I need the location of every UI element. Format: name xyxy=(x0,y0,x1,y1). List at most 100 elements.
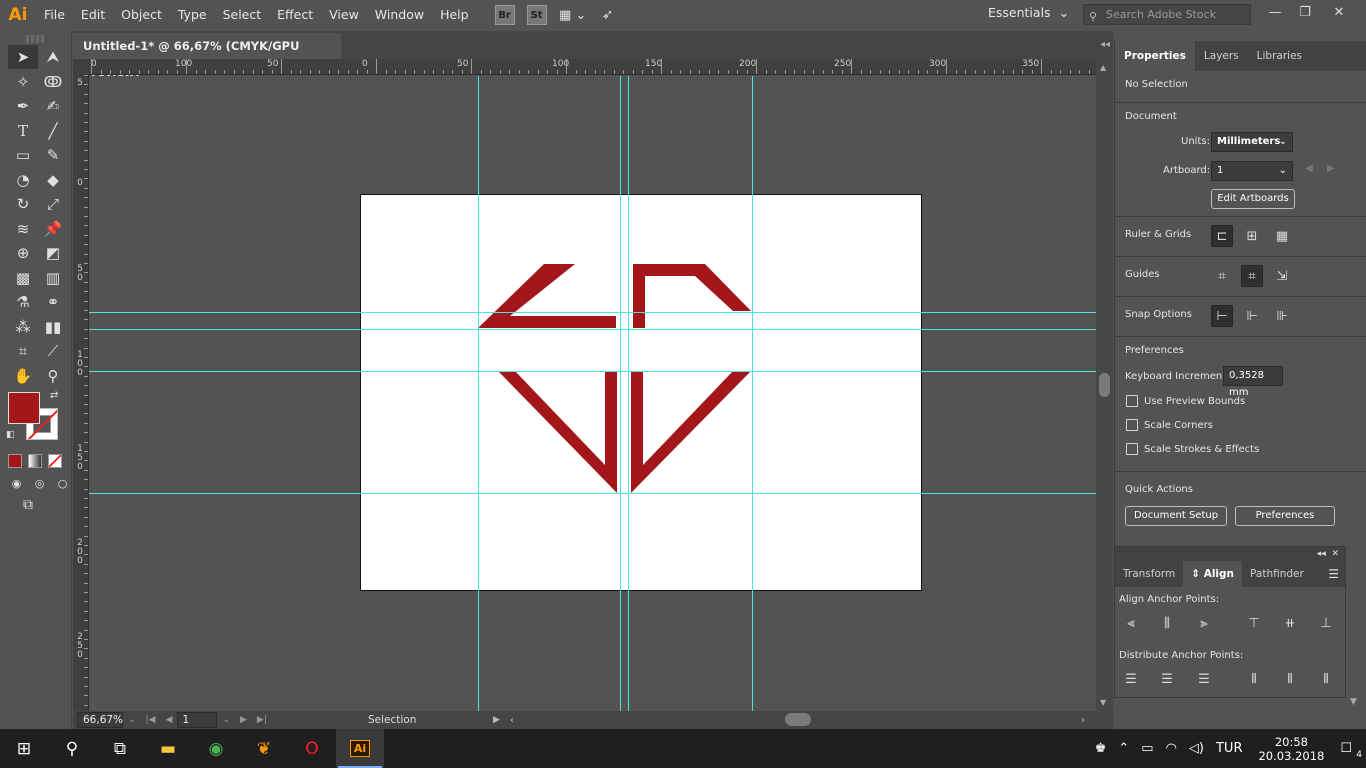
guide-horizontal[interactable] xyxy=(89,371,1096,372)
keyboard-increment-field[interactable]: 0,3528 mm xyxy=(1223,366,1283,398)
align-bottom-icon[interactable]: ⊥ xyxy=(1315,613,1337,633)
guide-horizontal[interactable] xyxy=(89,329,1096,330)
none-mode-icon[interactable] xyxy=(48,454,62,468)
snap-to-grid-icon[interactable]: ⊩ xyxy=(1241,305,1263,327)
document-setup-button[interactable]: Document Setup xyxy=(1125,506,1227,526)
swap-fill-stroke-icon[interactable]: ⇄ xyxy=(50,390,58,401)
tab-pathfinder[interactable]: Pathfinder xyxy=(1242,561,1312,587)
align-panel-header[interactable]: ◂◂ ✕ xyxy=(1115,547,1345,561)
minimize-button[interactable]: — xyxy=(1260,0,1290,24)
menu-view[interactable]: View xyxy=(321,0,367,30)
volume-icon[interactable]: ◁) xyxy=(1183,741,1210,756)
guide-vertical[interactable] xyxy=(620,76,621,711)
wifi-icon[interactable]: ◠ xyxy=(1160,741,1183,756)
artboard-select[interactable]: 1 ⌄ xyxy=(1211,161,1293,181)
horizontal-ruler[interactable]: 0 100 50 0 50 100 150 200 250 300 350 xyxy=(89,59,1096,75)
opera-icon[interactable]: O xyxy=(288,729,336,768)
tab-align[interactable]: ⇕ Align xyxy=(1183,561,1243,587)
magic-wand-tool-icon[interactable]: ✧ xyxy=(8,70,38,94)
arrange-documents-icon[interactable]: ▦ ⌄ xyxy=(553,3,593,27)
zoom-dropdown-icon[interactable]: ⌄ xyxy=(123,715,141,725)
clock[interactable]: 20:58 20.03.2018 xyxy=(1248,735,1334,763)
close-button[interactable]: ✕ xyxy=(1324,0,1354,24)
ruler-origin[interactable] xyxy=(73,59,89,75)
align-vertical-center-icon[interactable]: ⧺ xyxy=(1279,613,1301,633)
collapse-panels-icon[interactable]: ◂◂ xyxy=(1096,31,1114,59)
last-artboard-icon[interactable]: ▶| xyxy=(252,715,272,725)
zoom-level-field[interactable]: 66,67% xyxy=(77,712,123,728)
guide-horizontal[interactable] xyxy=(89,312,1096,313)
symbol-sprayer-tool-icon[interactable]: ⁂ xyxy=(8,315,38,339)
logo-artwork[interactable] xyxy=(89,76,1096,711)
show-hidden-icons-icon[interactable]: ⌃ xyxy=(1112,741,1135,756)
vertical-scroll-thumb[interactable] xyxy=(1099,373,1110,397)
distribute-top-icon[interactable]: ☰ xyxy=(1120,669,1142,689)
horizontal-scroll-thumb[interactable] xyxy=(785,713,811,726)
restore-button[interactable]: ❐ xyxy=(1290,0,1320,24)
menu-file[interactable]: File xyxy=(36,0,73,30)
canvas[interactable] xyxy=(89,76,1096,711)
lock-guides-icon[interactable]: ⌗ xyxy=(1241,265,1263,287)
default-fill-stroke-icon[interactable]: ◧ xyxy=(6,430,15,440)
input-language[interactable]: TUR xyxy=(1210,741,1249,756)
grid-icon[interactable]: ⊞ xyxy=(1241,225,1263,247)
distribute-vertical-center-icon[interactable]: ☰ xyxy=(1156,669,1178,689)
distribute-horizontal-center-icon[interactable]: ⦀ xyxy=(1279,669,1301,689)
document-tab[interactable]: Untitled-1* @ 66,67% (CMYK/GPU Preview) … xyxy=(73,33,341,79)
blend-tool-icon[interactable]: ⚭ xyxy=(38,290,68,314)
draw-normal-icon[interactable]: ◉ xyxy=(8,471,25,495)
scroll-left-icon[interactable]: ‹ xyxy=(510,715,514,726)
gradient-tool-icon[interactable]: ▥ xyxy=(38,266,68,290)
ruler-icon[interactable]: ⊏ xyxy=(1211,225,1233,247)
transparency-grid-icon[interactable]: ▦ xyxy=(1271,225,1293,247)
status-text[interactable]: Selection xyxy=(368,714,416,726)
guide-vertical[interactable] xyxy=(752,76,753,711)
fill-swatch[interactable] xyxy=(8,392,40,424)
scale-corners-checkbox[interactable]: Scale Corners xyxy=(1126,419,1213,431)
logo-right-top-shape[interactable] xyxy=(633,264,751,328)
eyedropper-tool-icon[interactable]: ⚗ xyxy=(8,290,38,314)
logo-left-bottom-shape[interactable] xyxy=(498,371,617,493)
menu-help[interactable]: Help xyxy=(432,0,477,30)
search-icon[interactable]: ⚲ xyxy=(48,729,96,768)
next-artboard-arrow-icon[interactable]: ▶ xyxy=(1327,163,1335,174)
menu-window[interactable]: Window xyxy=(367,0,432,30)
line-segment-tool-icon[interactable]: ╱ xyxy=(38,119,68,143)
scroll-right-icon[interactable]: › xyxy=(1081,715,1085,726)
show-guides-icon[interactable]: ⌗ xyxy=(1211,265,1233,287)
snap-to-pixel-icon[interactable]: ⊪ xyxy=(1271,305,1293,327)
curvature-tool-icon[interactable]: ✍ xyxy=(38,94,68,118)
mesh-tool-icon[interactable]: ▩ xyxy=(8,266,38,290)
panel-scrollbar[interactable]: ▼ xyxy=(1346,546,1366,711)
draw-behind-icon[interactable]: ◎ xyxy=(31,471,48,495)
guide-vertical[interactable] xyxy=(478,76,479,711)
distribute-right-icon[interactable]: ⦀ xyxy=(1315,669,1337,689)
align-horizontal-center-icon[interactable]: ⫼ xyxy=(1156,613,1178,633)
artboard-dropdown-icon[interactable]: ⌄ xyxy=(217,715,235,725)
lasso-tool-icon[interactable]: ↂ xyxy=(38,70,68,94)
column-graph-tool-icon[interactable]: ▮▮ xyxy=(38,315,68,339)
people-icon[interactable]: ♚ xyxy=(1089,741,1113,756)
shaper-tool-icon[interactable]: ◔ xyxy=(8,168,38,192)
status-menu-icon[interactable]: ▶ xyxy=(493,715,500,725)
type-tool-icon[interactable]: T xyxy=(8,119,38,143)
guide-vertical[interactable] xyxy=(628,76,629,711)
color-mode-icon[interactable] xyxy=(8,454,22,468)
puppet-warp-tool-icon[interactable]: 📌 xyxy=(38,217,68,241)
next-artboard-icon[interactable]: ▶ xyxy=(235,715,252,725)
gradient-mode-icon[interactable] xyxy=(28,454,42,468)
scale-tool-icon[interactable]: ⤢ xyxy=(38,192,68,216)
artboard-tool-icon[interactable]: ⌗ xyxy=(8,339,38,363)
menu-edit[interactable]: Edit xyxy=(73,0,113,30)
rotate-tool-icon[interactable]: ↻ xyxy=(8,192,38,216)
chrome-icon[interactable]: ◉ xyxy=(192,729,240,768)
tab-transform[interactable]: Transform xyxy=(1115,561,1183,587)
file-explorer-icon[interactable]: ▬ xyxy=(144,729,192,768)
draw-inside-icon[interactable]: ○ xyxy=(54,471,71,495)
rectangle-tool-icon[interactable]: ▭ xyxy=(8,143,38,167)
edit-artboards-button[interactable]: Edit Artboards xyxy=(1211,189,1295,209)
preferences-button[interactable]: Preferences xyxy=(1235,506,1335,526)
snap-to-point-icon[interactable]: ⊢ xyxy=(1211,305,1233,327)
zoom-tool-icon[interactable]: ⚲ xyxy=(38,364,68,388)
stock-button[interactable]: St xyxy=(526,5,547,25)
